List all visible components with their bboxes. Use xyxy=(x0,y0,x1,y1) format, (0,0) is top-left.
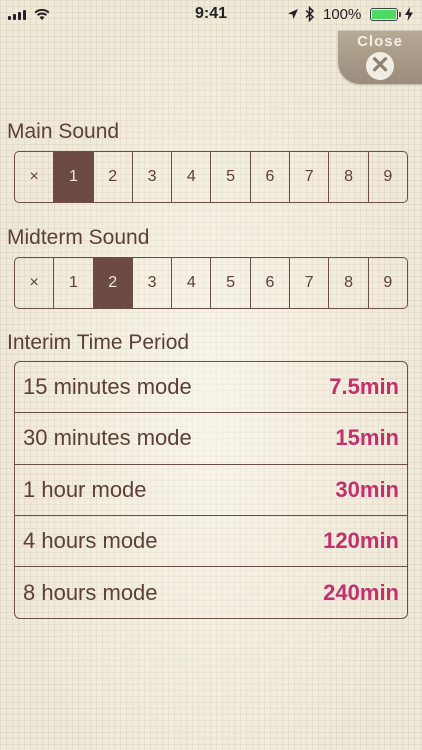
midterm-sound-option-8[interactable]: 8 xyxy=(329,258,369,308)
period-row[interactable]: 1 hour mode 30min xyxy=(15,465,407,516)
main-sound-option-4[interactable]: 4 xyxy=(172,152,212,202)
midterm-sound-option-6[interactable]: 6 xyxy=(251,258,291,308)
period-mode-name: 4 hours mode xyxy=(23,528,158,554)
period-mode-name: 30 minutes mode xyxy=(23,425,192,451)
interim-period-list: 15 minutes mode 7.5min 30 minutes mode 15mi… xyxy=(14,361,408,619)
period-mode-name: 8 hours mode xyxy=(23,579,158,605)
status-bar: 9:41 100% xyxy=(0,0,422,30)
main-sound-selector: × 1 2 3 4 5 6 7 8 9 xyxy=(14,151,408,203)
period-row[interactable]: 4 hours mode 120min xyxy=(15,516,407,568)
interim-period-label: Interim Time Period xyxy=(7,331,190,354)
midterm-sound-option-2[interactable]: 2 xyxy=(93,258,133,308)
close-icon: ✕ xyxy=(366,52,394,80)
main-sound-label: Main Sound xyxy=(7,120,120,143)
midterm-sound-option-4[interactable]: 4 xyxy=(172,258,212,308)
midterm-sound-option-7[interactable]: 7 xyxy=(290,258,330,308)
period-interval-value: 15min xyxy=(335,425,399,451)
close-label: Close xyxy=(357,33,403,50)
charging-icon xyxy=(405,7,413,21)
period-row[interactable]: 30 minutes mode 15min xyxy=(15,413,407,465)
period-interval-value: 240min xyxy=(323,579,399,605)
midterm-sound-label: Midterm Sound xyxy=(7,226,150,249)
midterm-sound-option-1[interactable]: 1 xyxy=(54,258,94,308)
main-sound-option-2[interactable]: 2 xyxy=(94,152,133,202)
midterm-sound-option-none[interactable]: × xyxy=(15,258,55,308)
main-sound-option-6[interactable]: 6 xyxy=(251,152,291,202)
period-interval-value: 120min xyxy=(323,528,399,554)
close-button[interactable]: Close ✕ xyxy=(338,30,422,84)
main-sound-option-8[interactable]: 8 xyxy=(329,152,369,202)
main-sound-option-7[interactable]: 7 xyxy=(290,152,330,202)
battery-level-fill xyxy=(372,10,396,19)
main-sound-option-1[interactable]: 1 xyxy=(54,152,94,202)
midterm-sound-option-3[interactable]: 3 xyxy=(133,258,173,308)
battery-tip xyxy=(399,12,401,17)
period-row[interactable]: 15 minutes mode 7.5min xyxy=(15,362,407,414)
midterm-sound-selector: × 1 2 3 4 5 6 7 8 9 xyxy=(14,257,408,309)
location-icon xyxy=(288,9,298,19)
period-mode-name: 15 minutes mode xyxy=(23,374,192,400)
main-sound-option-9[interactable]: 9 xyxy=(369,152,407,202)
midterm-sound-option-9[interactable]: 9 xyxy=(369,258,407,308)
main-sound-option-none[interactable]: × xyxy=(15,152,55,202)
period-row[interactable]: 8 hours mode 240min xyxy=(15,567,407,618)
period-interval-value: 7.5min xyxy=(329,374,399,400)
main-sound-option-3[interactable]: 3 xyxy=(133,152,173,202)
period-interval-value: 30min xyxy=(335,476,399,502)
bluetooth-icon xyxy=(305,6,315,22)
period-mode-name: 1 hour mode xyxy=(23,476,147,502)
main-sound-option-5[interactable]: 5 xyxy=(211,152,251,202)
battery-icon xyxy=(370,8,398,21)
battery-percentage: 100% xyxy=(323,6,362,23)
midterm-sound-option-5[interactable]: 5 xyxy=(211,258,251,308)
